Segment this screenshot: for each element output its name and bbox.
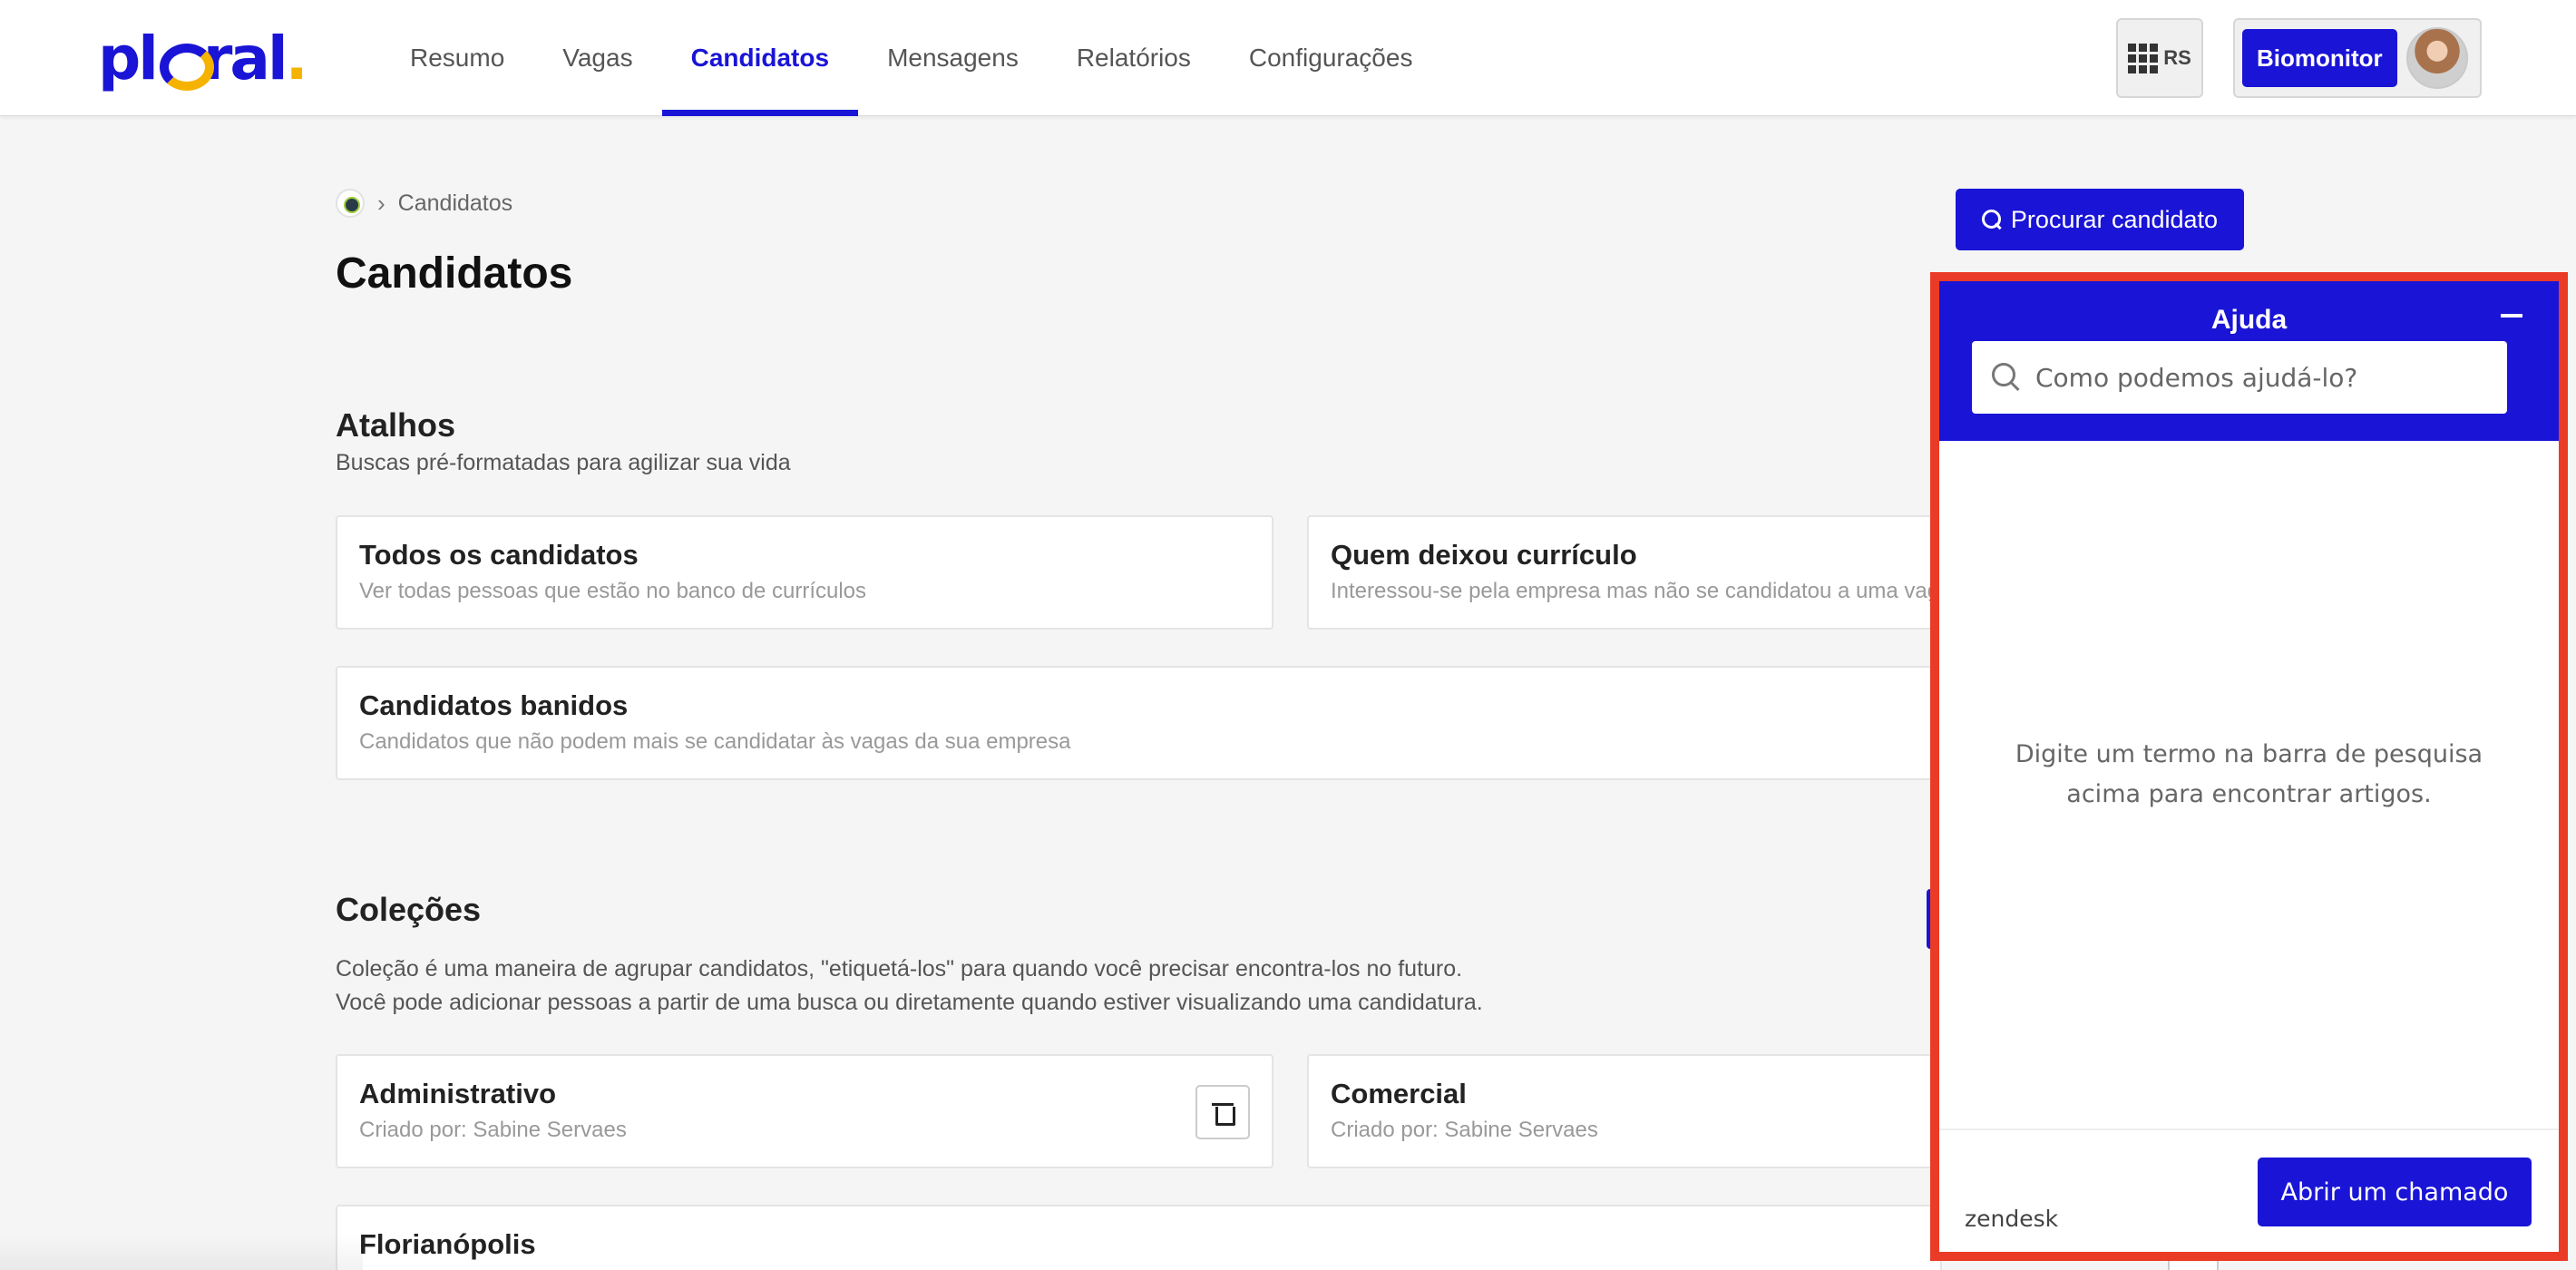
nav-vagas[interactable]: Vagas: [533, 0, 661, 116]
bottom-shadow: [0, 1234, 363, 1270]
card-title: Todos os candidatos: [359, 539, 639, 571]
zendesk-logo[interactable]: zendesk: [1965, 1206, 2058, 1232]
help-widget: Ajuda Digite um termo na barra de pesqui…: [1930, 272, 2568, 1261]
main-nav: Resumo Vagas Candidatos Mensagens Relató…: [381, 0, 1441, 116]
apps-initials: RS: [2163, 46, 2191, 69]
shortcuts-subtitle: Buscas pré-formatadas para agilizar sua …: [336, 450, 791, 475]
collection-card-comercial[interactable]: Comercial Criado por: Sabine Servaes: [1307, 1054, 1942, 1168]
collections-description-1: Coleção é uma maneira de agrupar candida…: [336, 956, 1463, 982]
card-title: Comercial: [1331, 1078, 1467, 1109]
card-description: Criado por: Sabine Servaes: [1331, 1118, 1598, 1142]
help-empty-message: Digite um termo na barra de pesquisa aci…: [2015, 740, 2483, 808]
breadcrumb: › Candidatos: [336, 189, 512, 218]
help-search-box[interactable]: [1972, 341, 2507, 414]
card-title: Quem deixou currículo: [1331, 539, 1637, 571]
card-title: Candidatos banidos: [359, 689, 629, 721]
nav-resumo[interactable]: Resumo: [381, 0, 533, 116]
top-navbar: pl ral. Resumo Vagas Candidatos Mensagens…: [0, 0, 2576, 116]
shortcut-card-all-candidates[interactable]: Todos os candidatos Ver todas pessoas qu…: [336, 515, 1273, 630]
search-candidate-label: Procurar candidato: [2010, 205, 2219, 233]
collections-description-2: Você pode adicionar pessoas a partir de …: [336, 990, 1483, 1015]
search-candidate-button[interactable]: Procurar candidato: [1956, 189, 2244, 250]
chevron-right-icon: ›: [377, 189, 385, 217]
nav-candidatos[interactable]: Candidatos: [661, 0, 859, 116]
help-title: Ajuda: [2210, 305, 2288, 335]
shortcut-card-left-resume[interactable]: Quem deixou currículo Interessou-se pela…: [1307, 515, 1942, 630]
logo-text-left: pl: [98, 23, 159, 93]
card-description: Candidatos que não podem mais se candida…: [359, 729, 1071, 754]
minimize-icon[interactable]: [2501, 314, 2522, 318]
apps-grid-icon: [2128, 43, 2159, 73]
logo-dot: .: [285, 23, 308, 93]
search-icon: [1981, 210, 2002, 230]
card-title: Florianópolis: [359, 1228, 536, 1260]
search-icon: [1992, 363, 2021, 392]
page-title: Candidatos: [336, 249, 573, 298]
account-switcher[interactable]: Biomonitor: [2233, 18, 2482, 98]
shortcut-card-banned-candidates[interactable]: Candidatos banidos Candidatos que não po…: [336, 666, 1942, 780]
delete-collection-button[interactable]: [1195, 1085, 1250, 1139]
plooral-logo[interactable]: pl ral.: [98, 23, 308, 93]
company-button[interactable]: Biomonitor: [2242, 29, 2397, 87]
card-description: Interessou-se pela empresa mas não se ca…: [1331, 579, 1940, 603]
apps-switcher-button[interactable]: RS: [2116, 18, 2203, 98]
collection-card-florianopolis[interactable]: Florianópolis: [336, 1205, 1942, 1270]
shortcuts-title: Atalhos: [336, 406, 456, 444]
nav-configuracoes[interactable]: Configurações: [1220, 0, 1442, 116]
collection-card-administrativo[interactable]: Administrativo Criado por: Sabine Servae…: [336, 1054, 1273, 1168]
card-description: Ver todas pessoas que estão no banco de …: [359, 579, 867, 603]
logo-swirl-icon: [158, 40, 214, 91]
logo-text-right: ral: [202, 23, 288, 93]
help-header: Ajuda: [1939, 281, 2559, 441]
card-description: Criado por: Sabine Servaes: [359, 1118, 627, 1142]
card-title: Administrativo: [359, 1078, 557, 1109]
help-search-input[interactable]: [2035, 362, 2487, 393]
open-ticket-button[interactable]: Abrir um chamado: [2258, 1158, 2532, 1226]
company-logo-icon[interactable]: [336, 189, 365, 218]
user-avatar[interactable]: [2405, 27, 2468, 89]
collections-title: Coleções: [336, 891, 482, 928]
help-footer: zendesk Abrir um chamado: [1939, 1128, 2559, 1252]
breadcrumb-current: Candidatos: [397, 190, 513, 216]
nav-relatorios[interactable]: Relatórios: [1048, 0, 1220, 116]
trash-icon: [1212, 1101, 1235, 1126]
nav-mensagens[interactable]: Mensagens: [858, 0, 1048, 116]
